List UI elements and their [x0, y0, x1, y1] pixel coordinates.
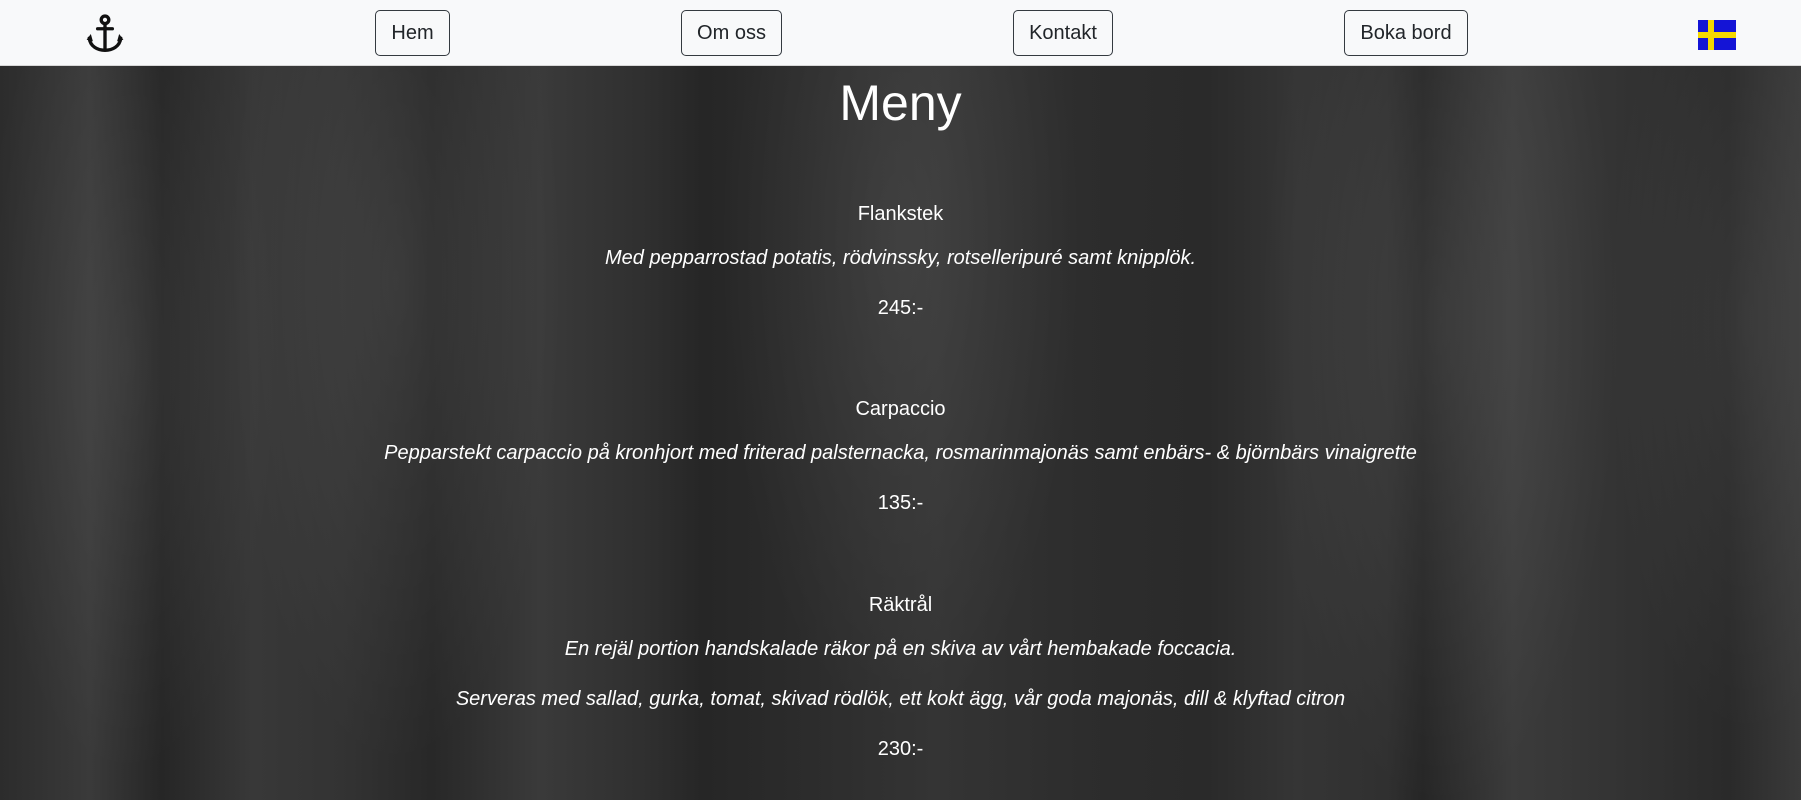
- nav-button-kontakt[interactable]: Kontakt: [1013, 10, 1113, 56]
- nav-button-hem[interactable]: Hem: [375, 10, 450, 56]
- dish-name: Carpaccio: [855, 398, 946, 420]
- dish-price: 230:-: [877, 738, 924, 760]
- dish-description: Pepparstekt carpaccio på kronhjort med f…: [384, 442, 1417, 464]
- dish-price: 245:-: [877, 297, 924, 319]
- dish-name: Flankstek: [857, 203, 944, 225]
- menu-item-raktral: Räktrål En rejäl portion handskalade räk…: [0, 592, 1801, 762]
- menu-item-carpaccio: Carpaccio Pepparstekt carpaccio på kronh…: [0, 396, 1801, 516]
- menu-title: Meny: [839, 75, 962, 131]
- menu-item-flankstek: Flankstek Med pepparrostad potatis, rödv…: [0, 201, 1801, 321]
- nav-button-om-oss[interactable]: Om oss: [681, 10, 782, 56]
- nav-button-boka-bord[interactable]: Boka bord: [1344, 10, 1468, 56]
- dish-description-2: Serveras med sallad, gurka, tomat, skiva…: [455, 688, 1346, 710]
- dish-price: 135:-: [877, 492, 924, 514]
- anchor-icon[interactable]: [84, 13, 126, 55]
- swedish-flag-icon[interactable]: [1698, 20, 1736, 50]
- dish-description: Med pepparrostad potatis, rödvinssky, ro…: [604, 247, 1196, 269]
- dish-name: Räktrål: [868, 594, 933, 616]
- dish-description: En rejäl portion handskalade räkor på en…: [564, 638, 1237, 660]
- top-navbar: Hem Om oss Kontakt Boka bord: [0, 0, 1801, 66]
